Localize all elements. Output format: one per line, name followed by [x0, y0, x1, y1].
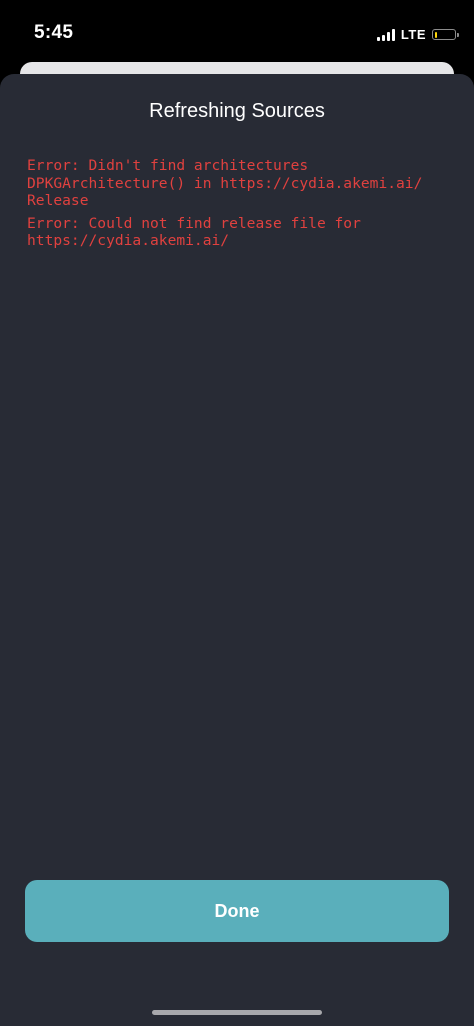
- screen: 5:45 LTE Refreshing Sources Error: Didn'…: [0, 0, 474, 1026]
- log-line: Release: [27, 192, 457, 210]
- log-line: Error: Didn't find architectures: [27, 157, 457, 175]
- refresh-log: Error: Didn't find architectures DPKGArc…: [27, 157, 457, 250]
- log-line: Error: Could not find release file for: [27, 215, 457, 233]
- refresh-sheet: Refreshing Sources Error: Didn't find ar…: [0, 74, 474, 1026]
- network-type: LTE: [401, 27, 426, 42]
- cellular-signal-icon: [377, 29, 395, 41]
- log-line: DPKGArchitecture() in https://cydia.akem…: [27, 175, 457, 193]
- status-indicators: LTE: [377, 27, 456, 42]
- done-button[interactable]: Done: [25, 880, 449, 942]
- sheet-title: Refreshing Sources: [0, 100, 474, 123]
- home-indicator[interactable]: [152, 1010, 322, 1015]
- battery-level: [435, 32, 437, 38]
- log-line: https://cydia.akemi.ai/: [27, 232, 457, 250]
- battery-icon: [432, 29, 456, 40]
- status-time: 5:45: [34, 22, 73, 44]
